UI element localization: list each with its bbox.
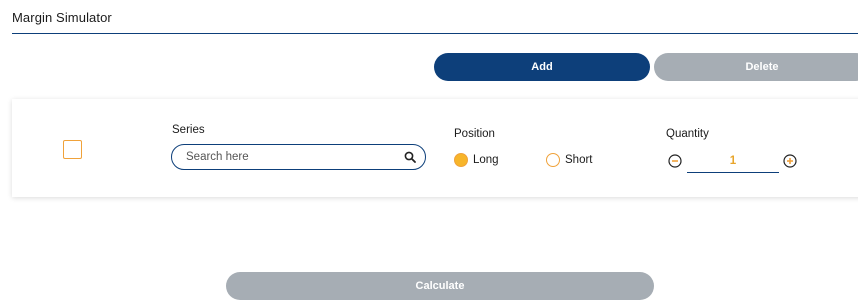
series-search-input[interactable] [186, 149, 386, 165]
position-row-card: Series Position Long Short Quantity 1 [12, 99, 858, 197]
plus-circle-icon[interactable] [783, 154, 797, 168]
series-search-field[interactable] [171, 144, 426, 170]
quantity-label: Quantity [666, 128, 709, 140]
search-icon[interactable] [404, 151, 416, 163]
position-short-label: Short [565, 154, 593, 166]
row-select-checkbox[interactable] [63, 140, 82, 159]
position-long-radio[interactable]: Long [454, 153, 499, 167]
minus-circle-icon[interactable] [668, 154, 682, 168]
position-short-radio[interactable]: Short [546, 153, 593, 167]
radio-unselected-icon [546, 153, 560, 167]
calculate-button[interactable]: Calculate [226, 272, 654, 300]
series-label: Series [172, 124, 205, 136]
position-long-label: Long [473, 154, 499, 166]
title-divider [12, 33, 858, 34]
delete-button[interactable]: Delete [654, 53, 858, 81]
quantity-stepper-value[interactable]: 1 [687, 150, 779, 173]
page-title: Margin Simulator [12, 10, 112, 25]
position-label: Position [454, 128, 495, 140]
add-button[interactable]: Add [434, 53, 650, 81]
radio-selected-icon [454, 153, 468, 167]
